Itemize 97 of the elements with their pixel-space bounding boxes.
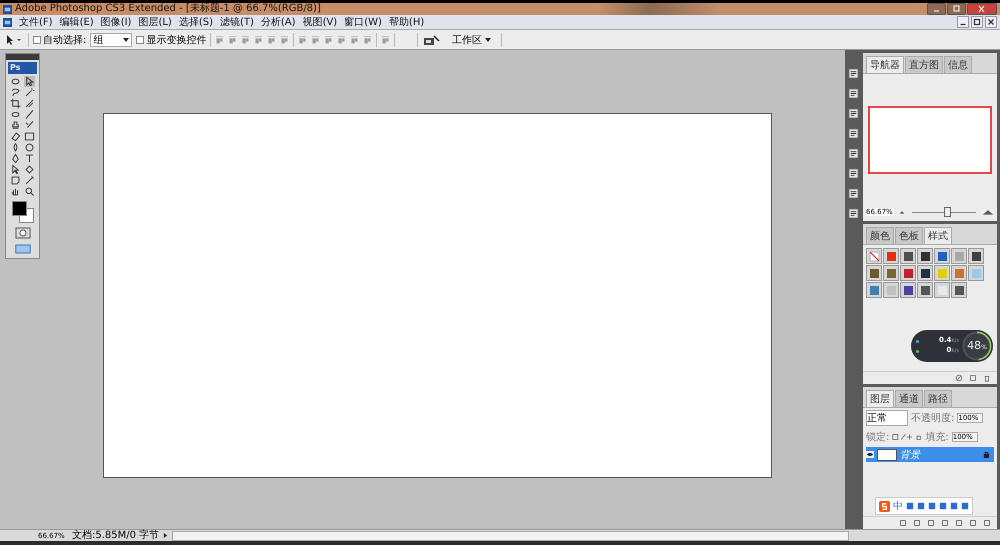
menu-item[interactable]: 分析(A) — [260, 15, 296, 29]
crop-icon[interactable] — [10, 98, 20, 109]
gradient-icon[interactable] — [24, 131, 34, 142]
style-swatch[interactable] — [934, 265, 950, 281]
lasso-icon[interactable] — [10, 87, 20, 98]
menu-item[interactable]: 图像(I) — [100, 15, 132, 29]
blend-mode-dropdown[interactable]: 正常 — [866, 410, 908, 426]
photoshop-logo[interactable]: Ps — [8, 62, 37, 74]
style-swatch[interactable] — [968, 265, 984, 281]
style-swatch[interactable] — [866, 282, 882, 298]
stamp-icon[interactable] — [10, 120, 20, 131]
screen-mode-icon[interactable] — [14, 243, 30, 255]
caret-icon — [123, 38, 130, 42]
lock-icons[interactable] — [892, 433, 922, 441]
zoom-in-icon[interactable] — [982, 209, 994, 215]
shape-icon[interactable] — [24, 164, 34, 175]
zoom-out-icon[interactable] — [898, 209, 906, 215]
layer-thumbnail — [877, 448, 897, 460]
auto-select-checkbox[interactable]: 自动选择: — [33, 32, 86, 46]
style-swatch[interactable] — [917, 282, 933, 298]
style-swatch[interactable] — [883, 282, 899, 298]
maximize-button[interactable] — [947, 3, 966, 15]
hand-icon[interactable] — [10, 186, 20, 197]
eye-icon[interactable] — [866, 451, 874, 458]
style-swatch[interactable] — [866, 265, 882, 281]
style-swatch[interactable] — [934, 282, 950, 298]
panel-tab[interactable]: 颜色 — [866, 227, 894, 244]
trash-icon[interactable] — [983, 374, 991, 382]
panel-tab[interactable]: 图层 — [866, 390, 894, 407]
wand-icon[interactable] — [24, 87, 34, 98]
clear-style-icon[interactable] — [955, 374, 963, 382]
panel-grip[interactable] — [6, 54, 39, 60]
selection-arrow-icon[interactable] — [10, 164, 20, 175]
style-swatch[interactable] — [934, 248, 950, 264]
marquee-icon[interactable] — [10, 76, 20, 87]
style-swatch[interactable] — [917, 248, 933, 264]
menu-item[interactable]: 滤镜(T) — [220, 15, 254, 29]
menu-item[interactable]: 选择(S) — [178, 15, 213, 29]
type-icon[interactable] — [24, 153, 34, 164]
workspace-button[interactable]: 工作区 — [446, 32, 497, 46]
slider-thumb[interactable] — [944, 207, 952, 217]
pen-icon[interactable] — [10, 153, 20, 164]
panel-tab[interactable]: 样式 — [924, 227, 952, 244]
auto-select-dropdown[interactable]: 组 — [90, 32, 132, 46]
menu-item[interactable]: 文件(F) — [19, 15, 53, 29]
move-icon[interactable] — [24, 76, 34, 87]
lock-label: 锁定: — [866, 430, 890, 444]
menu-item[interactable]: 视图(V) — [302, 15, 338, 29]
color-swatches-icon[interactable] — [12, 201, 34, 223]
menu-item[interactable]: 窗口(W) — [344, 15, 382, 29]
style-swatch[interactable] — [917, 265, 933, 281]
play-icon[interactable] — [163, 532, 168, 539]
menu-item[interactable]: 编辑(E) — [60, 15, 94, 29]
eraser-icon[interactable] — [10, 131, 20, 142]
style-swatch[interactable] — [951, 265, 967, 281]
style-swatch[interactable] — [951, 282, 967, 298]
layer-name: 背景 — [900, 448, 922, 462]
eyedropper-icon[interactable] — [24, 175, 34, 186]
restore-button[interactable] — [971, 16, 983, 28]
close-button[interactable] — [985, 16, 997, 28]
panel-tab[interactable]: 直方图 — [905, 56, 943, 73]
brush-icon[interactable] — [24, 109, 34, 120]
opacity-label: 不透明度: — [911, 412, 954, 425]
zoom-icon[interactable] — [24, 186, 34, 197]
menu-item[interactable]: 帮助(H) — [388, 15, 424, 29]
window-title: Adobe Photoshop CS3 Extended - [未标题-1 @ 66.7%(RGB/8)] — [15, 3, 321, 15]
horizontal-scrollbar[interactable] — [172, 530, 850, 540]
slice-icon[interactable] — [24, 98, 34, 109]
style-swatch[interactable] — [968, 248, 984, 264]
style-swatch[interactable] — [900, 282, 916, 298]
close-button[interactable] — [967, 3, 997, 15]
style-swatch[interactable] — [883, 248, 899, 264]
input-method-logo[interactable] — [879, 500, 890, 512]
move-tool-icon[interactable] — [4, 34, 24, 46]
style-swatch[interactable] — [900, 265, 916, 281]
caret-icon — [485, 38, 491, 42]
document-size: 文档:5.85M/0 字节 — [72, 530, 160, 540]
menu-item[interactable]: 图层(L) — [138, 15, 172, 29]
style-swatch[interactable] — [900, 248, 916, 264]
style-swatch[interactable] — [951, 248, 967, 264]
panel-tab[interactable]: 通道 — [895, 390, 923, 407]
fill-label: 填充: — [925, 430, 949, 444]
new-style-icon[interactable] — [969, 374, 977, 382]
show-transform-checkbox[interactable]: 显示变换控件 — [136, 32, 206, 46]
minimize-button[interactable] — [957, 16, 969, 28]
file-browser-icon[interactable] — [422, 34, 442, 46]
style-swatch[interactable] — [883, 265, 899, 281]
history-brush-icon[interactable] — [24, 120, 34, 131]
style-swatch[interactable] — [866, 248, 882, 264]
quick-mask-icon[interactable] — [14, 227, 30, 239]
panel-tab[interactable]: 色板 — [895, 227, 923, 244]
minimize-button[interactable] — [927, 3, 946, 15]
language-mode[interactable]: 中 — [893, 499, 903, 513]
panel-tab[interactable]: 导航器 — [866, 56, 904, 73]
panel-tab[interactable]: 信息 — [944, 56, 972, 73]
panel-tab[interactable]: 路径 — [924, 390, 952, 407]
notes-icon[interactable] — [10, 175, 20, 186]
